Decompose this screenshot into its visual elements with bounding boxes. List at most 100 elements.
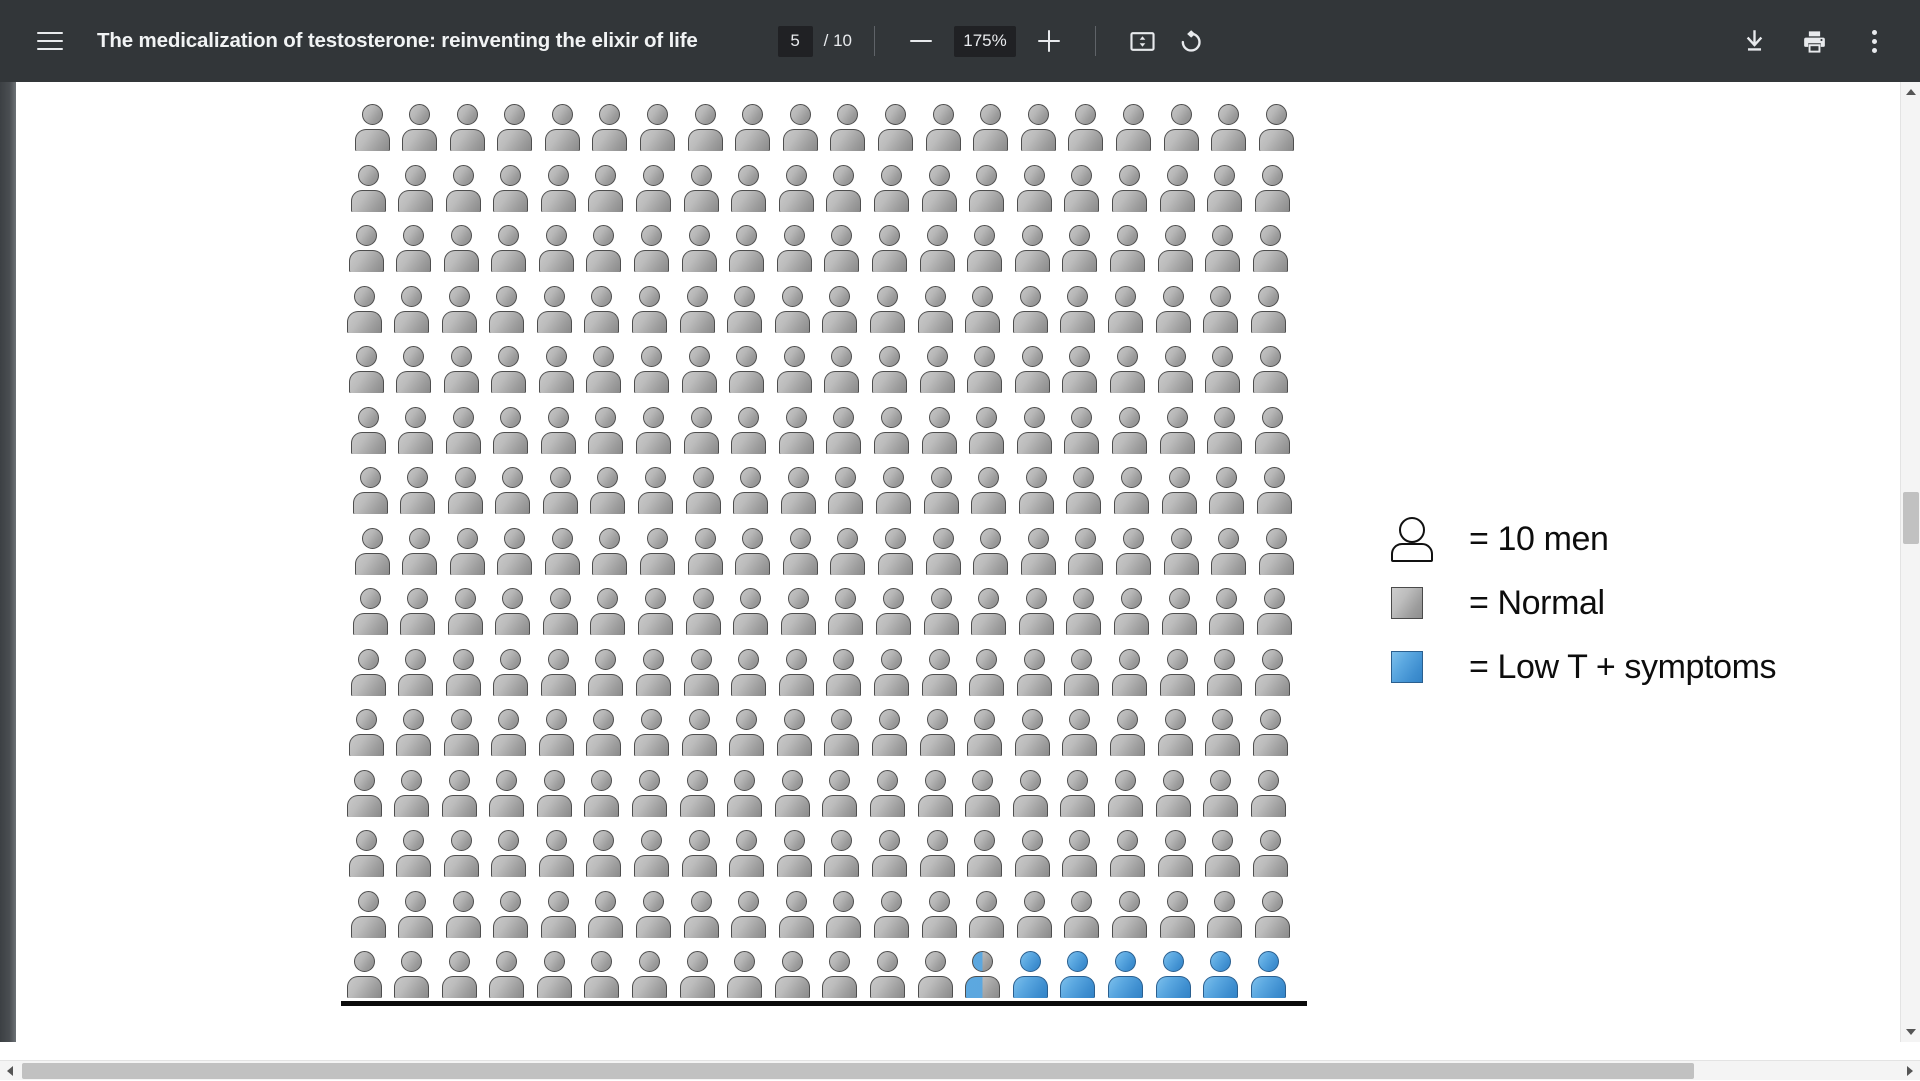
scroll-right-button[interactable] xyxy=(1900,1061,1920,1081)
person-icon-normal xyxy=(536,770,572,818)
person-icon-low-t xyxy=(1108,951,1144,999)
person-icon-normal xyxy=(1207,165,1243,213)
horizontal-scrollbar[interactable] xyxy=(0,1060,1920,1080)
person-icon-normal xyxy=(1112,407,1148,455)
gray-square-swatch xyxy=(1391,587,1423,619)
page-number-input[interactable] xyxy=(778,26,813,57)
zoom-level-display[interactable]: 175% xyxy=(954,26,1016,57)
more-options-button[interactable] xyxy=(1850,17,1898,65)
person-icon-normal xyxy=(354,528,390,576)
print-button[interactable] xyxy=(1790,17,1838,65)
horizontal-scrollbar-thumb[interactable] xyxy=(22,1063,1694,1079)
person-icon-normal xyxy=(774,951,810,999)
person-icon-normal xyxy=(1014,225,1050,273)
person-icon-normal xyxy=(394,951,430,999)
pictogram-row xyxy=(352,588,1304,642)
legend-swatch-normal xyxy=(1391,587,1451,619)
minus-icon xyxy=(910,30,932,52)
scroll-up-button[interactable] xyxy=(1901,82,1920,102)
person-icon-normal xyxy=(1205,830,1241,878)
person-icon-normal xyxy=(1110,225,1146,273)
person-icon-normal xyxy=(536,286,572,334)
person-icon-normal xyxy=(679,951,715,999)
person-icon-normal xyxy=(1062,709,1098,757)
person-icon-normal xyxy=(540,649,576,697)
person-icon-partial-low-t xyxy=(965,951,1001,999)
rotate-button[interactable] xyxy=(1166,17,1214,65)
legend-label-unit: = 10 men xyxy=(1469,520,1609,559)
person-icon-normal xyxy=(967,346,1003,394)
person-icon-normal xyxy=(1161,588,1197,636)
plus-icon xyxy=(1038,30,1060,52)
person-icon-normal xyxy=(778,891,814,939)
person-icon-normal xyxy=(586,346,622,394)
person-icon-normal xyxy=(493,649,529,697)
chart-legend: = 10 men = Normal = Low T + symptoms xyxy=(1391,507,1821,699)
person-icon-normal xyxy=(445,649,481,697)
person-icon-normal xyxy=(441,286,477,334)
person-icon-normal xyxy=(687,104,723,152)
toolbar-right-actions xyxy=(1718,17,1898,65)
person-icon-normal xyxy=(1018,467,1054,515)
person-icon-normal xyxy=(733,467,769,515)
person-icon-normal xyxy=(1159,891,1195,939)
person-icon-normal xyxy=(1250,770,1286,818)
person-icon-normal xyxy=(588,165,624,213)
person-icon-normal xyxy=(1060,770,1096,818)
person-icon-normal xyxy=(1014,830,1050,878)
pictogram-row xyxy=(346,951,1298,1005)
person-icon-normal xyxy=(828,588,864,636)
person-icon-normal xyxy=(1211,104,1247,152)
fit-to-page-button[interactable] xyxy=(1118,17,1166,65)
person-icon-normal xyxy=(1254,649,1290,697)
person-icon-normal xyxy=(354,104,390,152)
person-icon-normal xyxy=(491,709,527,757)
person-icon-normal xyxy=(1116,104,1152,152)
person-icon-normal xyxy=(1252,225,1288,273)
pictogram-row xyxy=(350,891,1302,945)
vertical-scrollbar[interactable] xyxy=(1900,82,1920,1042)
person-icon-normal xyxy=(636,165,672,213)
scroll-down-button[interactable] xyxy=(1901,1022,1920,1042)
person-icon-normal xyxy=(1016,407,1052,455)
sidebar-toggle-button[interactable] xyxy=(26,17,74,65)
person-icon-normal xyxy=(685,467,721,515)
person-icon-normal xyxy=(1066,467,1102,515)
person-icon-normal xyxy=(826,407,862,455)
person-icon-normal xyxy=(449,528,485,576)
scroll-left-button[interactable] xyxy=(0,1061,20,1081)
person-icon-normal xyxy=(731,407,767,455)
person-icon-normal xyxy=(824,225,860,273)
scroll-right-arrow-icon xyxy=(1907,1066,1913,1076)
person-icon-normal xyxy=(1159,649,1195,697)
person-icon-normal xyxy=(1157,709,1193,757)
person-icon-normal xyxy=(822,770,858,818)
pictogram-row xyxy=(346,286,1298,340)
person-icon-low-t xyxy=(1060,951,1096,999)
vertical-scrollbar-thumb[interactable] xyxy=(1903,492,1919,544)
person-icon-normal xyxy=(923,588,959,636)
person-icon-normal xyxy=(346,286,382,334)
person-icon-normal xyxy=(636,891,672,939)
person-icon-normal xyxy=(1068,528,1104,576)
person-icon-normal xyxy=(1209,467,1245,515)
person-icon-normal xyxy=(683,165,719,213)
person-icon-normal xyxy=(350,165,386,213)
person-icon-normal xyxy=(1157,830,1193,878)
person-icon-low-t xyxy=(1203,951,1239,999)
person-icon-normal xyxy=(350,649,386,697)
pictogram-row xyxy=(350,407,1302,461)
person-icon-normal xyxy=(917,286,953,334)
person-icon-normal xyxy=(1108,770,1144,818)
zoom-out-button[interactable] xyxy=(897,17,945,65)
person-icon-normal xyxy=(733,588,769,636)
person-icon-normal xyxy=(586,830,622,878)
download-button[interactable] xyxy=(1730,17,1778,65)
person-icon-normal xyxy=(969,891,1005,939)
person-icon-normal xyxy=(872,346,908,394)
person-icon-normal xyxy=(1163,104,1199,152)
person-icon-normal xyxy=(973,104,1009,152)
person-icon-normal xyxy=(687,528,723,576)
zoom-in-button[interactable] xyxy=(1025,17,1073,65)
person-icon-normal xyxy=(1062,830,1098,878)
